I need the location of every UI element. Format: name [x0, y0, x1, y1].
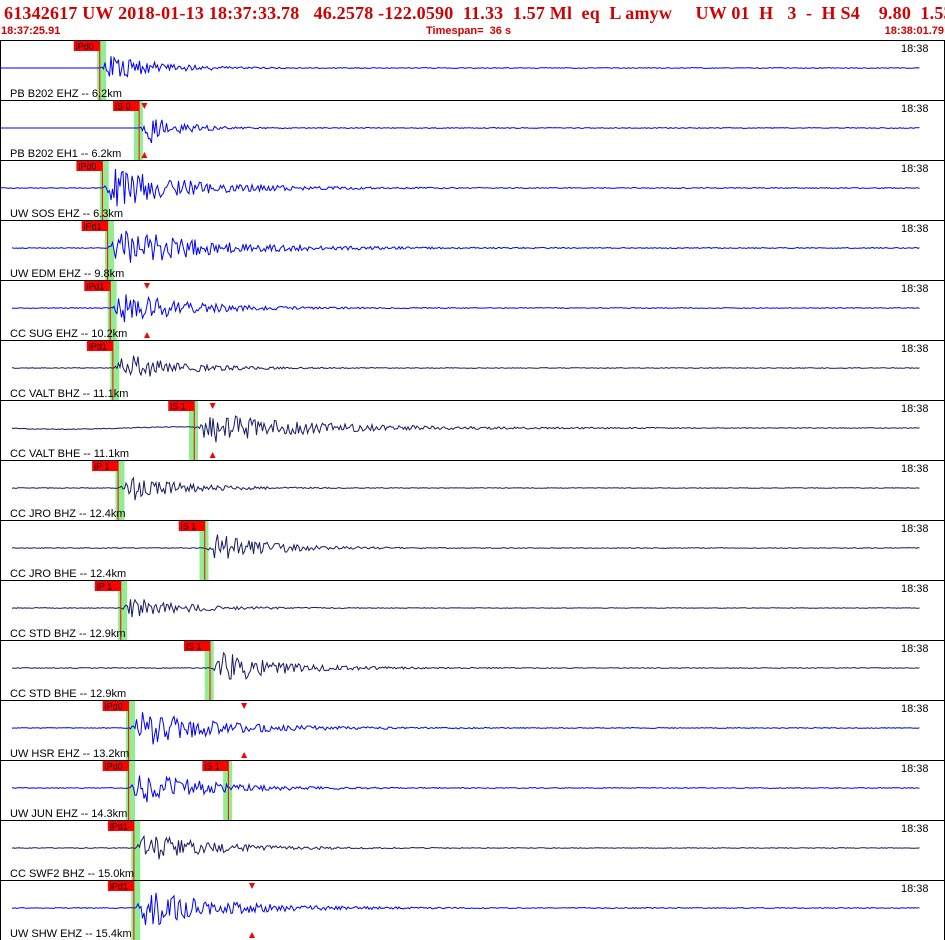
- trace-row-frame: [0, 280, 945, 341]
- trace-time-label: 18:38: [901, 823, 929, 835]
- trace-time-label: 18:38: [901, 43, 929, 55]
- trace-time-label: 18:38: [901, 763, 929, 775]
- station-label: UW HSR EHZ -- 13.2km: [10, 748, 129, 760]
- waveform-trace: [11, 476, 920, 501]
- pick-label: iP 1: [97, 582, 112, 592]
- arrival-marker-bottom: [241, 752, 248, 758]
- trace-time-label: 18:38: [901, 883, 929, 895]
- trace-row-frame: [0, 640, 945, 701]
- station-label: UW EDM EHZ -- 9.8km: [10, 268, 124, 280]
- trace-time-label: 18:38: [901, 343, 929, 355]
- trace-time-label: 18:38: [901, 643, 929, 655]
- arrival-marker-bottom: [209, 452, 216, 458]
- trace-time-label: 18:38: [901, 523, 929, 535]
- trace-time-label: 18:38: [901, 583, 929, 595]
- waveform-trace: [11, 534, 920, 559]
- trace-row-frame: [0, 400, 945, 461]
- waveform-trace: [11, 230, 920, 263]
- arrival-marker-top: [241, 703, 248, 709]
- waveform-trace: [11, 834, 920, 860]
- arrival-marker-top: [249, 883, 255, 889]
- pick-label: iPd1: [86, 282, 104, 292]
- trace-time-label: 18:38: [901, 463, 929, 475]
- station-label: PB B202 EHZ -- 6.2km: [10, 88, 122, 100]
- pick-label: iS 0: [115, 102, 131, 112]
- trace-row-frame: [0, 700, 945, 761]
- window-end-time: 18:38:01.79: [884, 25, 944, 37]
- arrival-marker-top: [209, 403, 216, 409]
- station-label: CC VALT BHE -- 11.1km: [10, 448, 129, 460]
- pick-label: iS 1: [186, 642, 202, 652]
- trace-row-frame: [0, 820, 945, 881]
- timespan-label: Timespan= 36 s: [426, 25, 512, 37]
- waveform-trace: [11, 598, 920, 618]
- station-label: CC STD BHE -- 12.9km: [10, 688, 126, 700]
- event-summary-title: 61342617 UW 2018-01-13 18:37:33.78 46.25…: [4, 3, 945, 23]
- station-label: CC JRO BHE -- 12.4km: [10, 568, 126, 580]
- waveform-trace: [0, 168, 920, 207]
- trace-time-label: 18:38: [901, 103, 929, 115]
- arrival-marker-top: [144, 283, 150, 289]
- trace-time-label: 18:38: [901, 163, 929, 175]
- trace-row-frame: [0, 880, 945, 940]
- pick-label: iPd1: [110, 882, 128, 892]
- pick-label: iPd0: [78, 162, 96, 172]
- station-label: CC SWF2 BHZ -- 15.0km: [10, 868, 134, 880]
- trace-row-frame: [0, 460, 945, 521]
- trace-time-label: 18:38: [901, 403, 929, 415]
- waveform-trace: [11, 892, 920, 926]
- station-label: UW JUN EHZ -- 14.3km: [10, 808, 127, 820]
- station-label: CC SUG EHZ -- 10.2km: [10, 328, 127, 340]
- pick-label: iS 1: [181, 522, 197, 532]
- trace-row-frame: [0, 160, 945, 221]
- waveform-trace: [11, 415, 920, 443]
- pick-label: iP 1: [94, 462, 109, 472]
- trace-row-frame: [0, 760, 945, 821]
- pick-label: iS 1: [204, 762, 220, 772]
- trace-time-label: 18:38: [901, 703, 929, 715]
- pick-label: iS 1: [170, 402, 186, 412]
- pick-label: iPd1: [110, 822, 128, 832]
- station-label: CC JRO BHZ -- 12.4km: [10, 508, 126, 520]
- pick-label: iPd0: [105, 702, 123, 712]
- station-label: CC VALT BHZ -- 11.1km: [10, 388, 128, 400]
- pick-label: iPd1: [89, 342, 107, 352]
- pick-label: iPd0: [105, 762, 123, 772]
- seismogram-panel[interactable]: iPd0 18:38 PB B202 EHZ -- 6.2km iS 0 18:38 PB…: [0, 40, 945, 940]
- arrival-marker-bottom: [144, 332, 150, 338]
- trace-time-label: 18:38: [901, 283, 929, 295]
- station-label: UW SOS EHZ -- 6.3km: [10, 208, 123, 220]
- pick-label: iPd1: [84, 222, 102, 232]
- event-header: 61342617 UW 2018-01-13 18:37:33.78 46.25…: [0, 0, 945, 40]
- trace-row-frame: [0, 220, 945, 281]
- trace-row-frame: [0, 520, 945, 581]
- waveform-trace: [11, 651, 920, 680]
- pick-label: iPd0: [76, 42, 94, 52]
- waveform-trace: [11, 712, 920, 745]
- arrival-marker-bottom: [249, 932, 255, 938]
- waveform-trace: [11, 775, 920, 803]
- waveform-trace: [0, 55, 920, 78]
- trace-time-label: 18:38: [901, 223, 929, 235]
- waveform-trace: [11, 355, 920, 377]
- waveform-trace: [11, 294, 920, 323]
- station-label: PB B202 EH1 -- 6.2km: [10, 148, 121, 160]
- station-label: UW SHW EHZ -- 15.4km: [10, 928, 132, 940]
- window-start-time: 18:37:25.91: [1, 25, 61, 37]
- station-label: CC STD BHZ -- 12.9km: [10, 628, 126, 640]
